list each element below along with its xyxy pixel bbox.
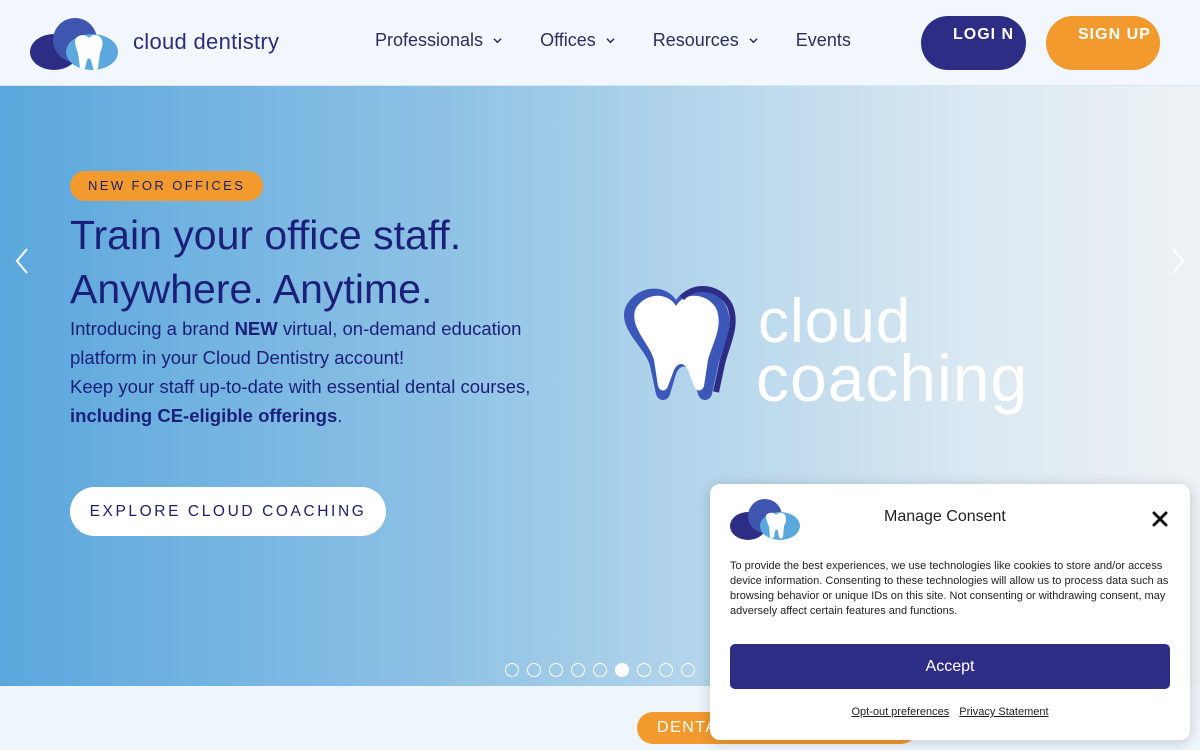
slider-dot[interactable] (527, 663, 541, 677)
nav-events-label: Events (795, 30, 851, 50)
nav-offices[interactable]: Offices (540, 30, 615, 51)
logo-text[interactable]: cloud dentistry (133, 29, 279, 55)
nav-professionals[interactable]: Professionals (375, 30, 502, 51)
optout-preferences-link[interactable]: Opt-out preferences (851, 706, 949, 718)
desc-bold-new: NEW (234, 318, 278, 339)
hero-headline: Train your office staff. Anywhere. Anyti… (70, 208, 590, 316)
privacy-statement-link[interactable]: Privacy Statement (959, 706, 1048, 718)
slider-dot[interactable] (571, 663, 585, 677)
desc-bold-ce: including CE-eligible offerings (70, 405, 338, 426)
cloud-dentistry-logo-icon (730, 499, 800, 540)
close-icon[interactable] (1150, 509, 1170, 529)
desc-text-4: . (337, 405, 343, 426)
main-nav: Professionals Offices Resources Events (375, 30, 889, 51)
nav-resources-label: Resources (652, 30, 739, 50)
cloud-coaching-brand-line2: coaching (756, 341, 1029, 415)
slider-dot[interactable] (593, 663, 607, 677)
slider-dot[interactable] (505, 663, 519, 677)
consent-body-text: To provide the best experiences, we use … (730, 560, 1169, 617)
desc-text-3: Keep your staff up-to-date with essentia… (70, 376, 531, 397)
nav-professionals-label: Professionals (375, 30, 484, 50)
explore-cloud-coaching-button[interactable]: EXPLORE CLOUD COACHING (70, 487, 386, 536)
chevron-right-icon[interactable] (1168, 246, 1188, 276)
new-for-offices-badge: NEW FOR OFFICES (70, 171, 264, 201)
cloud-dentistry-logo-icon[interactable] (30, 16, 120, 70)
slider-pagination (505, 663, 695, 677)
tooth-logo-icon (623, 286, 736, 400)
nav-events[interactable]: Events (796, 30, 851, 51)
consent-title: Manage Consent (884, 508, 1006, 525)
slider-dot[interactable] (549, 663, 563, 677)
headline-line-1: Train your office staff. (70, 212, 462, 258)
nav-offices-label: Offices (540, 30, 596, 50)
consent-links: Opt-out preferences Privacy Statement (710, 706, 1190, 718)
headline-line-2: Anywhere. Anytime. (70, 266, 433, 312)
login-button[interactable]: LOGI N (921, 16, 1026, 70)
slider-dot[interactable] (681, 663, 695, 677)
consent-dialog: Manage Consent To provide the best exper… (710, 484, 1190, 740)
chevron-left-icon[interactable] (12, 246, 32, 276)
slider-dot[interactable] (659, 663, 673, 677)
slider-dot[interactable] (615, 663, 629, 677)
nav-resources[interactable]: Resources (653, 30, 758, 51)
hero-description: Introducing a brand NEW virtual, on-dema… (70, 314, 540, 430)
site-header: cloud dentistry Professionals Offices Re… (0, 0, 1200, 86)
chevron-down-icon (606, 38, 615, 44)
signup-button[interactable]: SIGN UP (1046, 16, 1160, 70)
accept-button[interactable]: Accept (730, 644, 1170, 689)
desc-text-1: Introducing a brand (70, 318, 235, 339)
chevron-down-icon (749, 38, 758, 44)
chevron-down-icon (493, 38, 502, 44)
slider-dot[interactable] (637, 663, 651, 677)
